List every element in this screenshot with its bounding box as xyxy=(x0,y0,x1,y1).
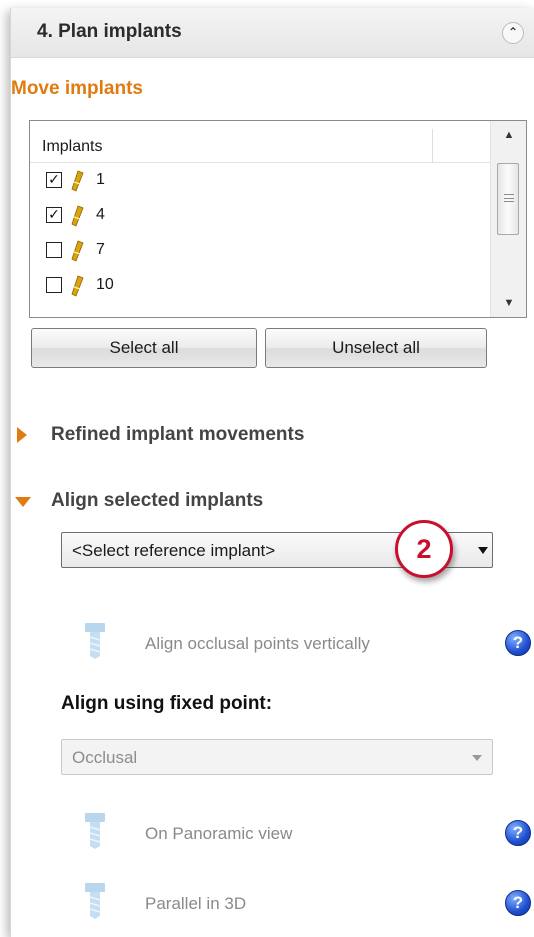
unselect-all-button[interactable]: Unselect all xyxy=(265,328,487,368)
align-occlusal-tool[interactable]: Align occlusal points vertically ? xyxy=(61,618,531,668)
column-header-implants: Implants xyxy=(42,138,103,155)
align-implants-label: Align selected implants xyxy=(51,490,264,511)
align-occlusal-label: Align occlusal points vertically xyxy=(145,634,370,653)
fixed-point-select[interactable]: Occlusal xyxy=(61,739,493,775)
implant-icon xyxy=(71,240,84,262)
section-title-move-implants: Move implants xyxy=(11,78,143,99)
thumb-grip-icon xyxy=(504,194,514,202)
implant-checkbox[interactable]: ✓ xyxy=(46,172,62,188)
help-icon[interactable]: ? xyxy=(505,630,531,656)
implant-label: 7 xyxy=(96,241,105,258)
parallel-3d-tool[interactable]: Parallel in 3D ? xyxy=(61,878,531,928)
expand-arrow-down-icon xyxy=(15,497,31,507)
list-column-header[interactable]: Implants xyxy=(30,121,490,163)
panoramic-view-tool[interactable]: On Panoramic view ? xyxy=(61,808,531,858)
implant-icon xyxy=(71,205,84,227)
panoramic-view-label: On Panoramic view xyxy=(145,824,293,843)
implant-screw-icon xyxy=(85,883,105,919)
fixed-point-value: Occlusal xyxy=(72,748,138,767)
implant-label: 4 xyxy=(96,206,105,223)
implant-row[interactable]: ✓ 1 xyxy=(30,163,492,198)
scroll-thumb[interactable] xyxy=(497,163,519,235)
help-icon[interactable]: ? xyxy=(505,820,531,846)
implant-label: 10 xyxy=(96,276,114,293)
implant-label: 1 xyxy=(96,171,105,188)
implant-row[interactable]: 7 xyxy=(30,233,492,268)
implants-listbox[interactable]: Implants ✓ 1 ✓ 4 7 10 ▲ ▼ xyxy=(29,120,527,318)
implant-icon xyxy=(71,170,84,192)
refined-movements-expander[interactable]: Refined implant movements xyxy=(11,424,431,450)
scroll-up-arrow-icon[interactable]: ▲ xyxy=(491,129,527,141)
scroll-down-arrow-icon[interactable]: ▼ xyxy=(491,297,527,309)
implant-checkbox[interactable] xyxy=(46,242,62,258)
fixed-point-heading: Align using fixed point: xyxy=(61,693,273,714)
implant-checkbox[interactable] xyxy=(46,277,62,293)
step-callout-badge: 2 xyxy=(395,520,453,578)
implant-screw-icon xyxy=(85,813,105,849)
reference-implant-value: <Select reference implant> xyxy=(72,541,276,560)
dropdown-arrow-icon xyxy=(478,547,488,554)
list-scrollbar[interactable]: ▲ ▼ xyxy=(490,121,526,317)
parallel-3d-label: Parallel in 3D xyxy=(145,894,247,913)
implant-screw-icon xyxy=(85,623,105,659)
implant-row[interactable]: ✓ 4 xyxy=(30,198,492,233)
refined-movements-label: Refined implant movements xyxy=(51,424,305,445)
implant-rows: ✓ 1 ✓ 4 7 10 xyxy=(30,163,492,303)
implant-checkbox[interactable]: ✓ xyxy=(46,207,62,223)
select-all-button[interactable]: Select all xyxy=(31,328,257,368)
implant-row[interactable]: 10 xyxy=(30,268,492,303)
column-divider xyxy=(432,129,433,163)
panel-title: 4. Plan implants xyxy=(37,21,182,42)
help-icon[interactable]: ? xyxy=(505,890,531,916)
align-implants-expander[interactable]: Align selected implants xyxy=(11,490,431,516)
panel-header: 4. Plan implants ⌃ xyxy=(11,8,534,58)
implant-icon xyxy=(71,275,84,297)
plan-implants-panel: 4. Plan implants ⌃ Move implants Implant… xyxy=(10,8,534,937)
double-chevron-up-icon[interactable]: ⌃ xyxy=(502,22,524,44)
expand-arrow-right-icon xyxy=(17,427,27,443)
dropdown-arrow-icon xyxy=(472,755,482,761)
